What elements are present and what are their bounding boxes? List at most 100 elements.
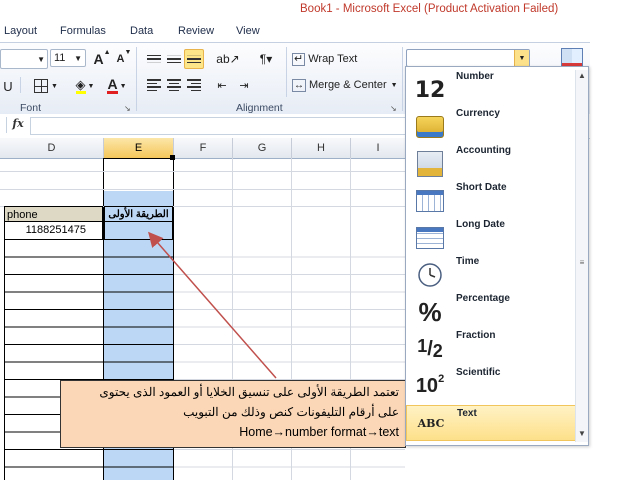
group-separator (402, 47, 403, 111)
window-title: Book1 - Microsoft Excel (Product Activat… (300, 3, 559, 15)
fill-color-button[interactable]: ◈ ▼ (70, 75, 100, 97)
outdent-icon: ⇤ (217, 79, 227, 92)
format-item-number[interactable]: 12 Number (406, 69, 576, 106)
clock-face (418, 263, 442, 287)
divider (20, 77, 21, 93)
align-top-button[interactable] (144, 49, 164, 69)
tab-data[interactable]: Data (130, 25, 153, 37)
scroll-down-icon[interactable]: ▼ (576, 428, 588, 440)
chevron-down-icon: ▼ (51, 82, 58, 90)
fraction-numerator: 1 (417, 336, 428, 356)
increase-indent-button[interactable]: ⇥ (234, 75, 254, 95)
clock-icon (414, 262, 446, 288)
merge-center-label: Merge & Center (309, 79, 387, 91)
format-item-text[interactable]: ABC Text (406, 405, 578, 441)
wrap-text-button[interactable]: ↵ Wrap Text (291, 49, 369, 69)
accounting-icon (414, 151, 446, 177)
callout-line-1: تعتمد الطريقة الأولى على تنسيق الخلايا أ… (99, 385, 399, 399)
arrow-up-icon: ▲ (103, 49, 111, 56)
chevron-down-icon: ▼ (87, 82, 95, 90)
percent-icon: % (414, 296, 446, 327)
ribbon-tabs: Layout Formulas Data Review View (0, 22, 590, 42)
shrink-font-button[interactable]: A ▼ (114, 48, 134, 70)
callout-line-2: على أرقام التليفونات كنص وذلك من التبويب (183, 405, 399, 419)
callout-line-3: Home→number format→text (239, 425, 399, 439)
name-box-edge[interactable] (0, 117, 7, 133)
align-middle-button[interactable] (164, 49, 184, 69)
format-label: Short Date (456, 182, 507, 193)
fraction-icon: 1/2 (417, 336, 443, 361)
format-label: Accounting (456, 145, 511, 156)
scroll-grip-icon[interactable]: ≡ (577, 256, 587, 270)
align-bottom-button[interactable] (184, 49, 204, 69)
text-direction-button[interactable]: ¶▾ (250, 49, 282, 69)
decrease-indent-button[interactable]: ⇤ (212, 75, 232, 95)
format-item-short-date[interactable]: Short Date (406, 180, 576, 217)
insert-function-button[interactable]: fx (8, 117, 28, 133)
underline-button[interactable]: U (0, 75, 16, 97)
align-bottom-icon (187, 54, 201, 64)
format-label: Number (456, 71, 494, 82)
format-item-time[interactable]: Time (406, 254, 576, 291)
cell-e-value[interactable] (104, 222, 173, 240)
explanation-callout: تعتمد الطريقة الأولى على تنسيق الخلايا أ… (60, 380, 406, 448)
cell-d-phone-header[interactable]: phone (4, 206, 103, 222)
dialog-launcher-icon[interactable]: ↘ (390, 104, 397, 113)
grow-font-label: A (93, 51, 104, 67)
align-right-button[interactable] (184, 75, 204, 95)
short-date-icon (414, 188, 446, 214)
chevron-down-icon: ▼ (74, 53, 82, 63)
indent-icon: ⇥ (239, 79, 249, 92)
format-item-scientific[interactable]: 10 2 Scientific (406, 365, 576, 402)
align-center-icon (167, 79, 181, 91)
number-icon-text: 12 (414, 77, 446, 103)
format-item-currency[interactable]: Currency (406, 106, 576, 143)
title-bar: Book1 - Microsoft Excel (Product Activat… (0, 0, 590, 22)
merge-center-button[interactable]: ↔ Merge & Center ▼ (291, 75, 401, 95)
align-left-button[interactable] (144, 75, 164, 95)
font-name-dropdown[interactable]: ▼ (0, 49, 48, 69)
gridline (0, 171, 405, 172)
font-size-dropdown[interactable]: 11 ▼ (50, 49, 86, 67)
align-center-button[interactable] (164, 75, 184, 95)
chevron-down-icon: ▼ (390, 81, 398, 89)
font-color-button[interactable]: A ▼ (102, 75, 132, 97)
number-format-dropdown[interactable]: ▼ (406, 49, 530, 67)
font-group-label: Font (20, 102, 42, 114)
tab-formulas[interactable]: Formulas (60, 25, 106, 37)
dialog-launcher-icon[interactable]: ↘ (124, 104, 131, 113)
format-item-long-date[interactable]: Long Date (406, 217, 576, 254)
paint-bucket-icon: ◈ (75, 77, 86, 94)
format-label: Fraction (456, 330, 496, 341)
underline-icon: U (3, 78, 13, 94)
orientation-button[interactable]: ab↗ (212, 49, 244, 69)
tab-page-layout[interactable]: Layout (4, 25, 37, 37)
align-middle-icon (167, 54, 181, 64)
gridline (0, 189, 405, 190)
format-label: Scientific (456, 367, 501, 378)
grow-font-button[interactable]: A ▲ (92, 48, 112, 70)
fill-handle[interactable] (170, 155, 175, 160)
scroll-up-icon[interactable]: ▲ (576, 70, 588, 82)
tab-review[interactable]: Review (178, 25, 214, 37)
format-item-fraction[interactable]: 1/2 Fraction (406, 328, 576, 365)
tab-view[interactable]: View (236, 25, 260, 37)
cell-e-method-header[interactable]: الطريقة الأولى (104, 206, 173, 222)
format-label: Percentage (456, 293, 510, 304)
chevron-down-icon: ▼ (119, 82, 127, 90)
scientific-base: 10 (415, 374, 439, 397)
group-separator (286, 47, 287, 97)
borders-button[interactable]: ▼ (30, 75, 62, 97)
percent-icon-text: % (418, 296, 442, 327)
format-item-percentage[interactable]: % Percentage (406, 291, 576, 328)
format-item-accounting[interactable]: Accounting (406, 143, 576, 180)
align-left-icon (147, 79, 161, 91)
format-label: Text (457, 408, 477, 419)
wrap-text-label: Wrap Text (308, 53, 358, 65)
format-label: Currency (456, 108, 500, 119)
shrink-font-label: A (116, 53, 125, 65)
align-right-icon (187, 79, 201, 91)
cell-d-value[interactable]: 1188251475 (4, 222, 103, 240)
menu-scrollbar[interactable]: ▲ ≡ ▼ (575, 70, 588, 442)
font-size-value: 11 (54, 52, 66, 64)
